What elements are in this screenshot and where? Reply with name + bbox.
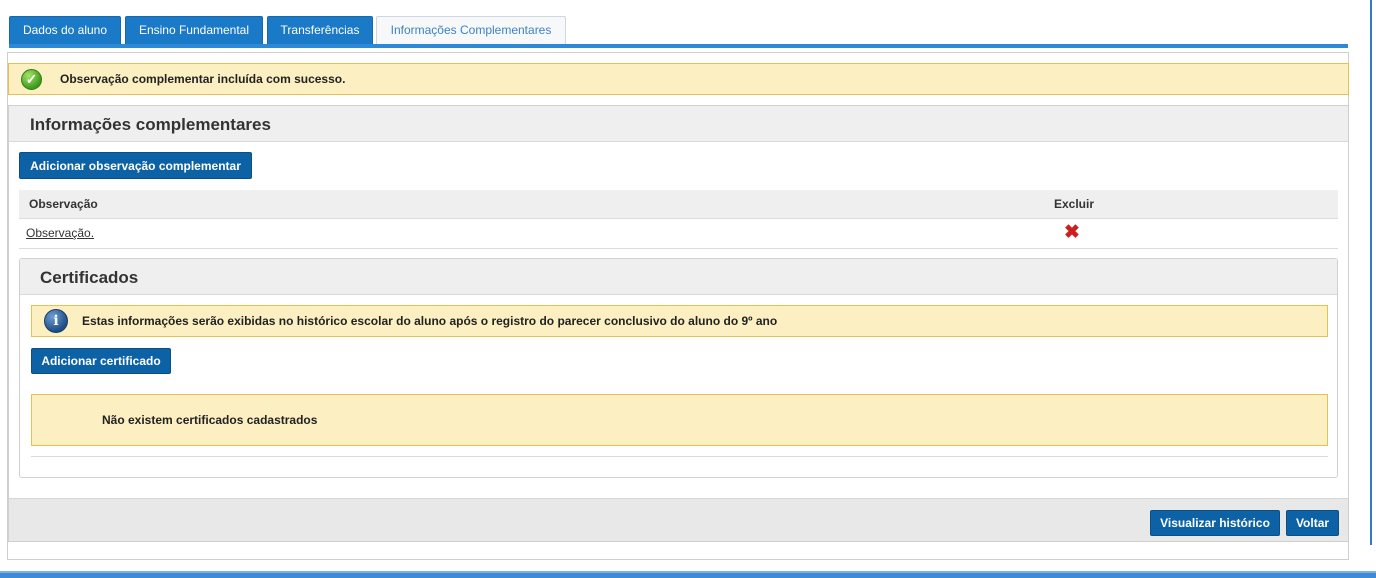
observation-link[interactable]: Observação. [26, 226, 94, 240]
add-observation-button[interactable]: Adicionar observação complementar [19, 152, 252, 179]
window-right-edge [1370, 0, 1376, 578]
certificados-panel: Certificados i Estas informações serão e… [19, 258, 1338, 478]
checkmark-circle-icon: ✓ [21, 68, 42, 90]
delete-icon[interactable]: ✖ [1064, 223, 1080, 243]
add-certificate-button[interactable]: Adicionar certificado [31, 348, 171, 374]
tab-ensino-fundamental[interactable]: Ensino Fundamental [125, 16, 263, 44]
success-alert: ✓ Observação complementar incluída com s… [8, 63, 1349, 95]
empty-certificates-alert: Não existem certificados cadastrados [31, 394, 1328, 446]
window-bottom-edge [0, 571, 1376, 578]
table-row: Observação. ✖ [19, 219, 1338, 249]
empty-certificates-text: Não existem certificados cadastrados [102, 413, 318, 427]
tab-transferencias[interactable]: Transferências [267, 16, 373, 44]
tab-dados-do-aluno[interactable]: Dados do aluno [9, 16, 121, 44]
back-button[interactable]: Voltar [1286, 510, 1339, 536]
observations-table: Observação Excluir Observação. ✖ [19, 190, 1338, 249]
success-alert-text: Observação complementar incluída com suc… [60, 72, 346, 86]
certificados-header: Certificados [20, 259, 1337, 295]
section-title: Informações complementares [30, 115, 271, 134]
tab-informacoes-complementares[interactable]: Informações Complementares [376, 16, 566, 46]
info-alert: i Estas informações serão exibidas no hi… [31, 305, 1328, 337]
table-header: Observação Excluir [19, 190, 1338, 219]
tab-strip-underline [9, 44, 1348, 48]
column-header-observacao: Observação [29, 197, 98, 211]
divider [31, 456, 1328, 457]
column-header-excluir: Excluir [1054, 197, 1095, 211]
certificados-title: Certificados [40, 268, 139, 287]
info-alert-text: Estas informações serão exibidas no hist… [82, 314, 778, 328]
info-icon: i [44, 309, 68, 333]
section-header: Informações complementares [9, 106, 1348, 142]
view-history-button[interactable]: Visualizar histórico [1150, 510, 1280, 536]
section-footer: Visualizar histórico Voltar [9, 498, 1348, 541]
